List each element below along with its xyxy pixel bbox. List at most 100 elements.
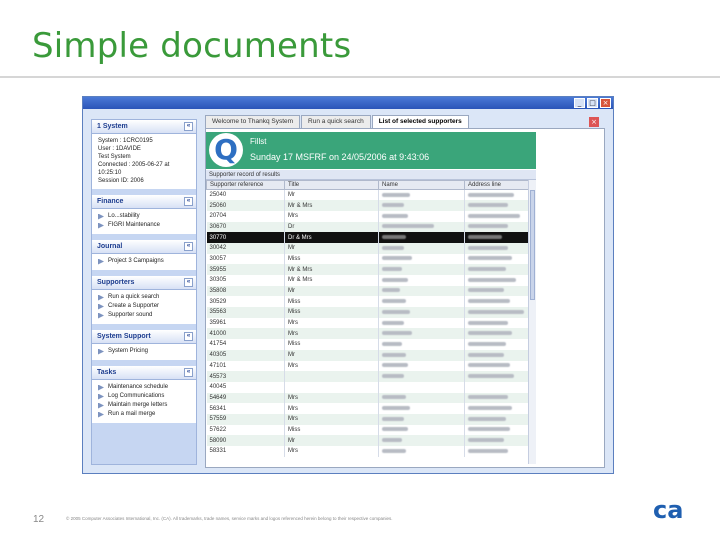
close-button[interactable]: × — [600, 98, 611, 108]
tab-item[interactable]: Run a quick search — [301, 115, 371, 128]
collapse-chevron-icon[interactable]: « — [184, 278, 193, 287]
maximize-button[interactable]: □ — [587, 98, 598, 108]
table-row[interactable]: 45573 — [206, 371, 528, 382]
sidebar-section-title: Journal — [97, 243, 123, 250]
table-row[interactable]: 20704 Mrs — [206, 210, 528, 222]
minimize-button[interactable]: _ — [574, 98, 585, 108]
sidebar-task-link[interactable]: Project 3 Campaigns — [98, 257, 192, 266]
sidebar-task-link[interactable]: Lo...stability — [98, 212, 192, 221]
sidebar-section-header[interactable]: Supporters « — [92, 276, 196, 290]
slide: Simple documents _ □ × 1 System « System :… — [0, 0, 720, 540]
sidebar-section-header[interactable]: Journal « — [92, 240, 196, 254]
title-cell: Mr — [284, 435, 379, 446]
sidebar-task-link[interactable]: Run a mail merge — [98, 410, 192, 419]
sidebar-task-label: Run a quick search — [108, 294, 160, 300]
name-cell — [378, 210, 465, 222]
redacted-address — [468, 309, 524, 314]
address-cell — [464, 264, 528, 275]
sidebar-section-header[interactable]: Finance « — [92, 195, 196, 209]
scrollbar-thumb[interactable] — [530, 190, 535, 300]
sidebar-task-link[interactable]: Log Communications — [98, 392, 192, 401]
table-row[interactable]: 54649 Mrs — [206, 392, 528, 404]
table-row[interactable]: 57559 Mrs — [206, 413, 528, 425]
table-row[interactable]: 41000 Mrs — [206, 328, 528, 340]
title-cell: Mr — [284, 189, 379, 201]
table-row[interactable]: 57622 Miss — [206, 424, 528, 436]
collapse-chevron-icon[interactable]: « — [184, 122, 193, 131]
redacted-address — [468, 202, 508, 207]
table-row[interactable]: 40045 — [206, 381, 528, 393]
address-cell — [464, 360, 528, 372]
table-row[interactable]: 58331 Mrs — [206, 446, 528, 457]
table-row[interactable]: 30529 Miss — [206, 296, 528, 308]
supporter-reference-cell: 30042 — [206, 242, 285, 254]
redacted-address — [468, 299, 510, 304]
tab-strip: Welcome to Thankq System Run a quick sear… — [205, 115, 469, 128]
sidebar-section-body: Maintenance schedule Log Communications Ma… — [92, 380, 196, 423]
sidebar-task-link[interactable]: Supporter sound — [98, 311, 192, 320]
redacted-name — [382, 373, 404, 378]
table-row[interactable]: 35563 Miss — [206, 307, 528, 318]
supporter-reference-cell: 30057 — [206, 253, 285, 265]
table-row[interactable]: 30670 Dr — [206, 221, 528, 233]
name-cell — [378, 285, 465, 297]
sidebar-task-label: Maintenance schedule — [108, 384, 169, 390]
column-header[interactable]: Name — [378, 180, 465, 190]
table-row[interactable]: 35808 Mr — [206, 285, 528, 297]
window-titlebar[interactable]: _ □ × — [83, 97, 613, 109]
collapse-chevron-icon[interactable]: « — [184, 368, 193, 377]
arrow-right-icon — [98, 294, 104, 301]
collapse-chevron-icon[interactable]: « — [184, 197, 193, 206]
sidebar-section-body: Project 3 Campaigns — [92, 254, 196, 270]
table-row[interactable]: 41754 Miss — [206, 339, 528, 350]
column-header[interactable]: Supporter reference — [206, 180, 285, 190]
sidebar-task-link[interactable]: Maintain merge letters — [98, 401, 192, 410]
table-row[interactable]: 30042 Mr — [206, 242, 528, 254]
sidebar-section-header[interactable]: Tasks « — [92, 366, 196, 380]
sidebar-task-link[interactable]: Maintenance schedule — [98, 383, 192, 392]
address-cell — [464, 403, 528, 414]
ca-logo-icon: ca — [653, 496, 683, 522]
system-info-line: Connected : 2005-06-27 at 10:25:10 — [98, 162, 170, 176]
table-row[interactable]: 56341 Mrs — [206, 403, 528, 414]
redacted-address — [468, 373, 514, 378]
address-cell — [464, 328, 528, 340]
sidebar-section-header[interactable]: 1 System « — [92, 120, 196, 134]
sidebar-task-link[interactable]: Run a quick search — [98, 293, 192, 302]
table-row[interactable]: 40305 Mr — [206, 349, 528, 361]
address-cell — [464, 210, 528, 222]
redacted-address — [468, 192, 514, 197]
sidebar-section-header[interactable]: System Support « — [92, 330, 196, 344]
sidebar-section-body: System : 1CRC0195 User : 1DAVIDE Test Syst… — [92, 134, 196, 189]
collapse-chevron-icon[interactable]: « — [184, 242, 193, 251]
sidebar-task-link[interactable]: System Pricing — [98, 347, 192, 356]
table-row[interactable]: 30057 Miss — [206, 253, 528, 265]
system-info-line: System : 1CRC0195 — [98, 138, 153, 144]
table-row[interactable]: 30770 Dr & Mrs — [206, 232, 528, 243]
address-cell — [464, 242, 528, 254]
tab-item[interactable]: List of selected supporters — [371, 115, 469, 128]
tab-item[interactable]: Welcome to Thankq System — [205, 115, 301, 128]
grid-body: 25040 Mr 25060 Mr & Mrs 20704 Mrs 30670 Dr 30770… — [206, 189, 528, 457]
table-row[interactable]: 30305 Mr & Mrs — [206, 275, 528, 286]
table-row[interactable]: 25060 Mr & Mrs — [206, 200, 528, 211]
vertical-scrollbar[interactable] — [528, 180, 536, 464]
table-row[interactable]: 35961 Mrs — [206, 317, 528, 329]
column-header[interactable]: Title — [284, 180, 379, 190]
sidebar-task-link[interactable]: Create a Supporter — [98, 302, 192, 311]
table-row[interactable]: 35955 Mr & Mrs — [206, 264, 528, 275]
column-header[interactable]: Address line — [464, 180, 528, 190]
table-row[interactable]: 47101 Mrs — [206, 360, 528, 372]
redacted-address — [468, 448, 508, 453]
sidebar-task-link[interactable]: FIGRI Maintenance — [98, 221, 192, 230]
collapse-chevron-icon[interactable]: « — [184, 332, 193, 341]
table-row[interactable]: 58090 Mr — [206, 435, 528, 446]
supporter-reference-cell: 35961 — [206, 317, 285, 329]
app-window: _ □ × 1 System « System : 1CRC0195 User : 1… — [82, 96, 614, 474]
sidebar-task-label: Maintain merge letters — [108, 402, 168, 408]
supporter-reference-cell: 30770 — [206, 232, 285, 243]
redacted-name — [382, 341, 402, 346]
tab-close-icon[interactable]: × — [589, 117, 599, 127]
redacted-name — [382, 416, 404, 421]
table-row[interactable]: 25040 Mr — [206, 189, 528, 201]
